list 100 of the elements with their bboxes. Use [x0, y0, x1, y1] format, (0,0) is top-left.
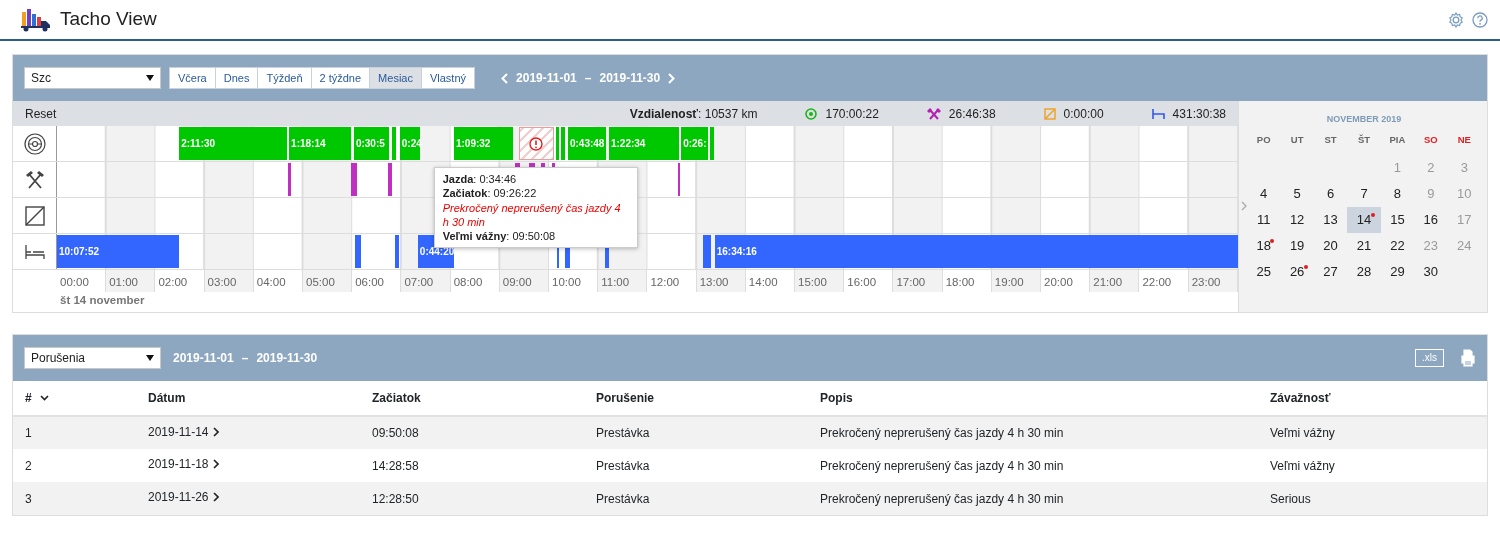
chevron-left-icon[interactable] [501, 72, 509, 84]
date-link[interactable]: 2019-11-18 [148, 455, 209, 473]
table-cell: 1 [25, 426, 32, 440]
warning-text: Prekročený neprerušený čas jazdy 4 h 30 min [442, 200, 622, 230]
hour-label: 19:00 [991, 270, 1042, 292]
dropdown[interactable]: Szc [24, 67, 161, 89]
period-tab[interactable]: Týždeň [258, 67, 312, 89]
hour-label: 01:00 [106, 270, 156, 292]
calendar-day[interactable]: 5 [1280, 180, 1314, 207]
date-link[interactable]: 2019-11-26 [148, 488, 209, 506]
table-cell: Prestávka [596, 491, 650, 506]
table-cell: Prekročený neprerušený čas jazdy 4 h 30 min [820, 458, 1064, 473]
day-label: št 14 november [60, 294, 145, 306]
bed-icon [1151, 107, 1165, 120]
chevron-right-icon[interactable] [212, 427, 219, 437]
reset-link[interactable]: Reset [25, 104, 57, 123]
calendar-day[interactable]: 26 [1280, 258, 1314, 285]
column-header[interactable]: Dátum [148, 391, 186, 405]
activity-mark [677, 163, 681, 196]
calendar-day[interactable]: 4 [1247, 180, 1281, 207]
table-cell: Prekročený neprerušený čas jazdy 4 h 30 min [820, 491, 1064, 506]
calendar-day[interactable]: 27 [1313, 258, 1348, 285]
calendar-day[interactable]: 14 [1347, 206, 1381, 233]
chevron-right-icon[interactable] [212, 459, 219, 469]
table-cell: Veľmi vážny [1270, 426, 1335, 440]
table-cell: Veľmi vážny [1270, 458, 1335, 473]
calendar-day[interactable]: 29 [1380, 258, 1415, 285]
table-cell: 14:28:58 [372, 458, 419, 473]
weekday-label: SO [1423, 132, 1439, 147]
calendar-day[interactable]: 25 [1247, 258, 1281, 285]
calendar-day[interactable]: 16 [1414, 206, 1448, 233]
calendar-day[interactable]: 7 [1347, 180, 1381, 207]
weekday-label: NE [1456, 132, 1472, 147]
settings-icon[interactable] [1448, 11, 1464, 28]
period-tab[interactable]: Mesiac [370, 67, 422, 89]
hour-label: 21:00 [1090, 270, 1140, 292]
calendar-day[interactable]: 19 [1280, 232, 1314, 259]
crossed-hammers-icon [926, 107, 941, 120]
stat-value: 26:46:38 [948, 105, 996, 123]
calendar-day[interactable]: 8 [1380, 180, 1415, 207]
range-end-date: 2019-11-30 [256, 350, 318, 367]
range-separator: – [584, 70, 592, 87]
calendar-day[interactable]: 30 [1414, 258, 1448, 285]
column-header[interactable]: # [25, 389, 32, 407]
calendar-day[interactable]: 20 [1313, 232, 1348, 259]
calendar-day[interactable]: 22 [1380, 232, 1415, 259]
help-icon[interactable] [1472, 11, 1488, 28]
activity-bar: 1:18:14 [289, 127, 352, 160]
chevron-right-icon[interactable] [212, 492, 219, 502]
activity-mark [709, 127, 714, 160]
calendar-day[interactable]: 13 [1313, 206, 1348, 233]
calendar-day[interactable]: 12 [1280, 206, 1314, 233]
hour-label: 08:00 [450, 270, 500, 292]
table-cell: 3 [25, 491, 32, 506]
hour-label: 13:00 [696, 270, 746, 292]
hour-label: 07:00 [401, 270, 451, 292]
calendar-day[interactable]: 6 [1313, 180, 1348, 207]
range-separator: – [241, 350, 249, 367]
activity-bar: 1:22:34 [608, 127, 679, 160]
weekday-label: PO [1255, 132, 1272, 147]
hour-label: 05:00 [303, 270, 353, 292]
hour-label: 11:00 [598, 270, 648, 292]
column-header[interactable]: Porušenie [596, 391, 655, 405]
activity-bar: 1:09:32 [453, 127, 513, 160]
range-start-date: 2019-11-01 [173, 350, 234, 367]
square-slash-icon [24, 205, 45, 226]
period-tab[interactable]: Dnes [215, 67, 259, 89]
hour-label: 09:00 [499, 270, 550, 292]
stat-value: 0:00:00 [1063, 105, 1104, 123]
period-tab[interactable]: 2 týždne [311, 67, 371, 89]
calendar-day[interactable]: 18 [1247, 232, 1281, 259]
activity-bar: 0:30:5 [353, 127, 390, 160]
activity-bar: 0:43:48 [567, 127, 607, 160]
warning-icon [529, 136, 544, 151]
period-tab[interactable]: Vlastný [421, 67, 476, 89]
dropdown[interactable]: Porušenia [24, 347, 161, 369]
table-cell: 12:28:50 [372, 491, 419, 506]
stat-value: 170:00:22 [825, 105, 879, 123]
activity-bar: 0:26: [681, 127, 709, 160]
column-header[interactable]: Začiatok [372, 391, 421, 405]
calendar-day[interactable]: 21 [1347, 232, 1381, 259]
logo-icon [20, 7, 52, 32]
distance-text: Vzdialenosť: 10537 km [629, 105, 758, 123]
hour-label: 15:00 [795, 270, 845, 292]
caret-down-icon [146, 355, 154, 361]
column-header[interactable]: Popis [820, 391, 853, 405]
calendar-day[interactable]: 11 [1247, 206, 1281, 233]
chevron-down-icon[interactable] [39, 395, 49, 401]
table-cell: Prestávka [596, 458, 650, 473]
period-tab[interactable]: Včera [169, 67, 216, 89]
weekday-label: ŠT [1356, 132, 1372, 147]
date-link[interactable]: 2019-11-14 [148, 423, 209, 441]
table-cell: Serious [1270, 491, 1311, 506]
print-icon[interactable] [1460, 349, 1476, 367]
calendar-day[interactable]: 28 [1347, 258, 1381, 285]
activity-bar: 10:07:52 [57, 235, 180, 268]
column-header[interactable]: Závažnosť [1270, 391, 1331, 405]
calendar-day[interactable]: 15 [1380, 206, 1415, 233]
hour-label: 23:00 [1188, 270, 1238, 292]
hour-label: 17:00 [893, 270, 943, 292]
